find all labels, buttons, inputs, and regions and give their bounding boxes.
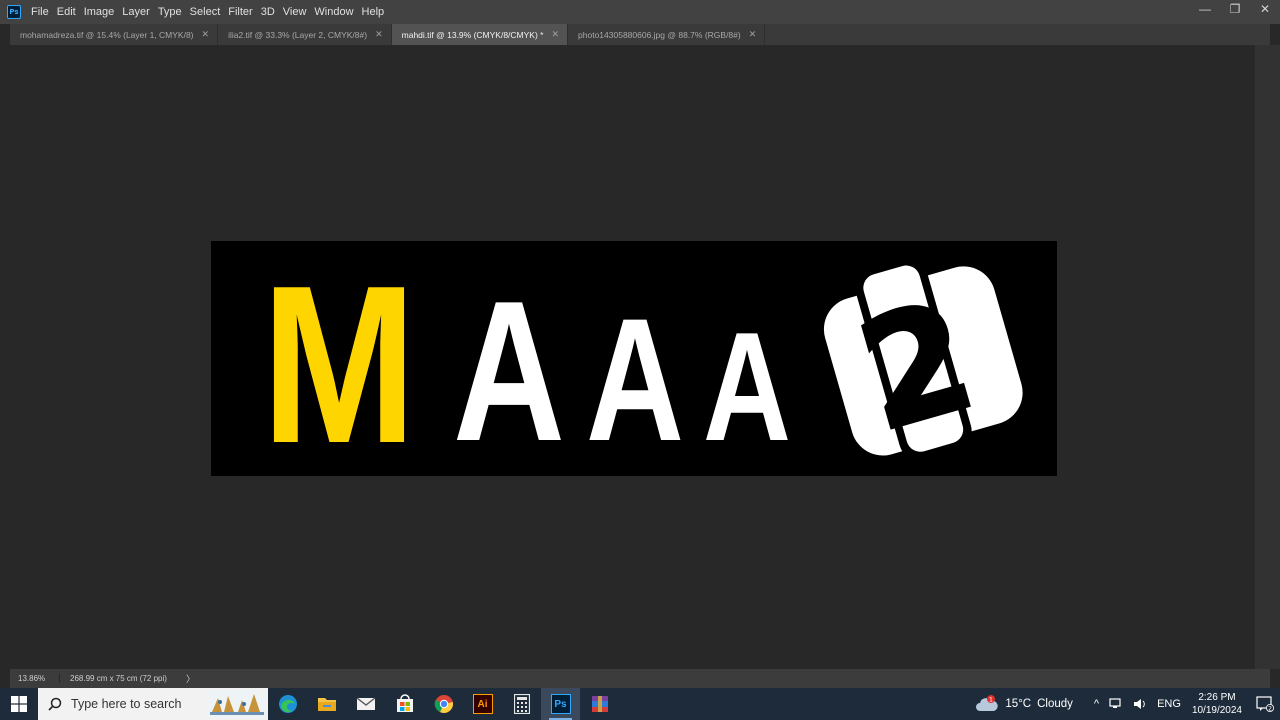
minimize-button[interactable]: — [1190, 0, 1220, 18]
zoom-level-field[interactable]: 13.86% [10, 674, 60, 683]
clock-time: 2:26 PM [1198, 692, 1236, 703]
close-button[interactable]: ✕ [1250, 0, 1280, 18]
menu-window[interactable]: Window [314, 6, 359, 18]
clock[interactable]: 2:26 PM 10/19/2024 [1192, 691, 1242, 717]
illustrator-icon: Ai [472, 694, 493, 714]
search-icon [48, 697, 62, 711]
photoshop-window: Ps File Edit Image Layer Type Select Fil… [0, 0, 1280, 688]
weather-badge: 1 [989, 696, 993, 704]
taskbar-chrome[interactable] [424, 688, 463, 720]
taskbar-store[interactable] [385, 688, 424, 720]
cloud-icon: 1 [976, 695, 999, 711]
search-highlight-image-icon [208, 690, 266, 718]
close-tab-icon[interactable]: ✕ [749, 29, 757, 40]
tab-mohamadreza[interactable]: mohamadreza.tif @ 15.4% (Layer 1, CMYK/8… [10, 24, 219, 45]
menu-edit[interactable]: Edit [57, 6, 82, 18]
close-tab-icon[interactable]: ✕ [202, 29, 210, 40]
search-placeholder: Type here to search [71, 697, 182, 711]
tab-photo[interactable]: photo14305880606.jpg @ 88.7% (RGB/8#) ✕ [568, 24, 766, 45]
tab-label: mohamadreza.tif @ 15.4% (Layer 1, CMYK/8… [20, 29, 194, 40]
restore-button[interactable]: ❐ [1220, 0, 1250, 18]
windows-logo-icon [11, 696, 27, 712]
menu-filter[interactable]: Filter [228, 6, 258, 18]
chrome-icon [434, 695, 453, 713]
canvas-artwork: M A A A 2 [262, 241, 1023, 476]
document-tab-bar: mohamadreza.tif @ 15.4% (Layer 1, CMYK/8… [10, 24, 1270, 45]
menu-type[interactable]: Type [158, 6, 188, 18]
menu-layer[interactable]: Layer [122, 6, 156, 18]
menu-select[interactable]: Select [190, 6, 227, 18]
menu-help[interactable]: Help [362, 6, 391, 18]
language-indicator[interactable]: ENG [1157, 698, 1181, 710]
taskbar-file-explorer[interactable] [307, 688, 346, 720]
tab-label: mahdi.tif @ 13.9% (CMYK/8/CMYK) * [401, 29, 544, 40]
network-icon[interactable] [1109, 698, 1123, 710]
taskbar-winrar[interactable] [580, 688, 619, 720]
tab-label: photo14305880606.jpg @ 88.7% (RGB/8#) [578, 29, 741, 40]
file-explorer-icon [317, 698, 336, 711]
document-size-info[interactable]: 268.99 cm x 75 cm (72 ppi) [60, 674, 180, 683]
taskbar-search-box[interactable]: Type here to search [38, 688, 268, 720]
weather-widget[interactable]: 1 15°C Cloudy [975, 695, 1073, 713]
system-tray: 1 15°C Cloudy ^ ENG 2:26 PM 10/19/2024 2 [975, 688, 1280, 720]
chevron-up-icon[interactable]: ^ [1094, 698, 1099, 710]
notification-icon: 2 [1256, 696, 1274, 712]
windows-taskbar: Type here to search Ai Ps 1 15°C Cloudy … [0, 688, 1280, 720]
weather-temp: 15°C [1005, 698, 1032, 710]
status-bar: 13.86% 268.99 cm x 75 cm (72 ppi) 〉 [10, 669, 1270, 688]
taskbar-illustrator[interactable]: Ai [463, 688, 502, 720]
winrar-icon [591, 696, 608, 712]
illustrator-label: Ai [477, 698, 488, 710]
taskbar-photoshop[interactable]: Ps [541, 688, 580, 720]
photoshop-logo-icon[interactable]: Ps [7, 5, 21, 19]
menu-image[interactable]: Image [84, 6, 121, 18]
vertical-scrollbar[interactable] [1255, 45, 1280, 669]
menu-file[interactable]: File [31, 6, 55, 18]
tab-label: ilia2.tif @ 33.3% (Layer 2, CMYK/8#) [228, 29, 368, 40]
mail-icon [356, 697, 375, 710]
window-controls: — ❐ ✕ [1190, 0, 1280, 20]
notification-badge: 2 [1268, 705, 1272, 712]
store-icon [396, 694, 413, 712]
notification-center-button[interactable]: 2 [1250, 688, 1280, 720]
taskbar-edge[interactable] [268, 688, 307, 720]
close-tab-icon[interactable]: ✕ [375, 29, 383, 40]
letter-a-large: A [453, 260, 565, 476]
letter-a-small: A [703, 300, 791, 473]
tab-ilia2[interactable]: ilia2.tif @ 33.3% (Layer 2, CMYK/8#) ✕ [218, 24, 392, 45]
clock-date: 10/19/2024 [1191, 705, 1242, 716]
document-canvas[interactable]: M A A A 2 [211, 241, 1057, 476]
weather-condition: Cloudy [1037, 698, 1073, 710]
status-menu-arrow-icon[interactable]: 〉 [180, 672, 195, 685]
letter-a-medium: A [586, 283, 684, 476]
photoshop-label: Ps [554, 698, 567, 710]
menu-3d[interactable]: 3D [261, 6, 281, 18]
edge-icon [278, 695, 297, 713]
close-tab-icon[interactable]: ✕ [551, 29, 559, 40]
photoshop-icon: Ps [550, 694, 571, 714]
tab-mahdi[interactable]: mahdi.tif @ 13.9% (CMYK/8/CMYK) * ✕ [391, 24, 569, 45]
start-button[interactable] [0, 688, 38, 720]
menu-bar: Ps File Edit Image Layer Type Select Fil… [0, 0, 1280, 24]
channel-2-logo: 2 [823, 257, 1023, 467]
taskbar-calculator[interactable] [502, 688, 541, 720]
calculator-icon [513, 694, 530, 714]
menu-view[interactable]: View [283, 6, 313, 18]
letter-m: M [262, 241, 417, 476]
taskbar-mail[interactable] [346, 688, 385, 720]
volume-icon[interactable] [1133, 698, 1147, 710]
